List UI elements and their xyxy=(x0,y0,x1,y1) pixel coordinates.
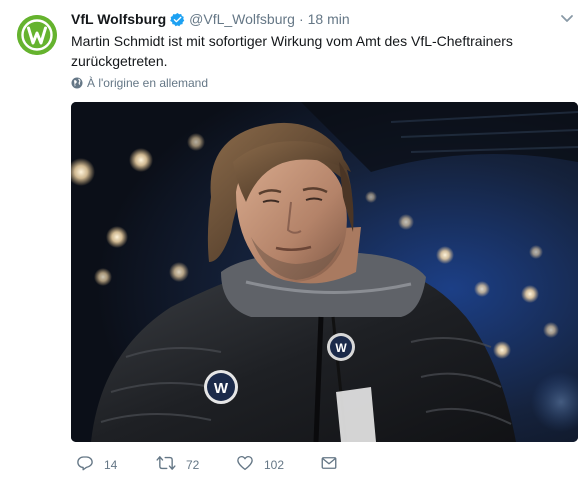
reply-button[interactable]: 14 xyxy=(76,454,156,475)
separator-dot: · xyxy=(298,11,304,27)
translate-notice[interactable]: À l'origine en allemand xyxy=(71,76,208,90)
chevron-down-icon[interactable] xyxy=(559,12,575,24)
svg-text:W: W xyxy=(335,341,347,355)
svg-text:W: W xyxy=(214,380,229,397)
reply-count: 14 xyxy=(104,457,118,472)
tweet-timestamp[interactable]: 18 min xyxy=(308,11,350,27)
author-name[interactable]: VfL Wolfsburg xyxy=(71,11,166,27)
like-count: 102 xyxy=(264,457,285,472)
avatar[interactable] xyxy=(17,15,57,55)
verified-badge-icon xyxy=(170,12,185,27)
envelope-icon xyxy=(320,454,348,475)
tweet-photo[interactable]: W W xyxy=(71,102,578,442)
tweet-header: VfL Wolfsburg @VfL_Wolfsburg · 18 min xyxy=(71,10,350,28)
tweet-text: Martin Schmidt ist mit sofortiger Wirkun… xyxy=(71,33,513,69)
retweet-count: 72 xyxy=(186,457,200,472)
author-handle[interactable]: @VfL_Wolfsburg xyxy=(189,11,295,27)
tweet-card: VfL Wolfsburg @VfL_Wolfsburg · 18 min Ma… xyxy=(0,0,586,480)
like-button[interactable]: 102 xyxy=(236,454,320,475)
reply-icon xyxy=(76,454,104,475)
retweet-icon xyxy=(156,454,186,475)
globe-icon xyxy=(71,77,83,89)
retweet-button[interactable]: 72 xyxy=(156,454,236,475)
direct-message-button[interactable] xyxy=(320,454,348,475)
tweet-actions: 14 72 102 xyxy=(76,454,348,475)
heart-icon xyxy=(236,454,264,475)
translate-label: À l'origine en allemand xyxy=(87,76,209,90)
